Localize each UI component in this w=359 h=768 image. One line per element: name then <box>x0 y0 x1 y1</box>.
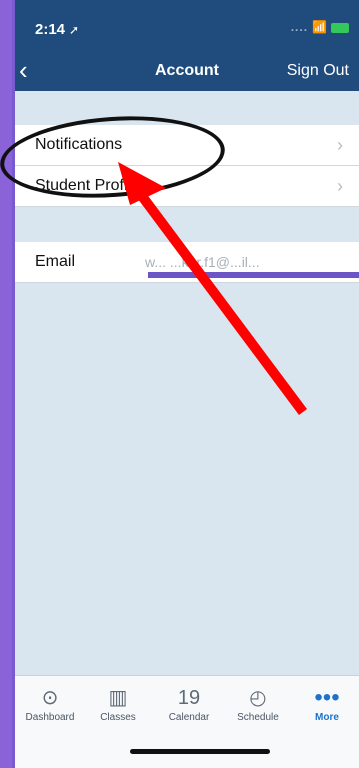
tab-label: Schedule <box>237 712 279 723</box>
battery-icon <box>331 22 349 33</box>
header: 2:14 ➚ .... 📶 ‹ Account Sign Out <box>15 0 359 91</box>
tab-label: Dashboard <box>25 712 75 723</box>
wifi-icon: 📶 <box>312 20 327 34</box>
tab-classes[interactable]: ▥ Classes <box>89 684 147 723</box>
location-arrow-icon: ➚ <box>69 23 80 37</box>
home-indicator <box>130 749 270 754</box>
tab-label: Classes <box>100 712 136 723</box>
status-icons: .... 📶 <box>291 20 349 34</box>
email-label: Email <box>35 253 76 270</box>
redaction-bar <box>148 272 359 278</box>
tab-label: More <box>315 712 339 723</box>
tab-calendar[interactable]: 19 Calendar <box>160 684 218 723</box>
chevron-right-icon: › <box>337 135 343 155</box>
status-bar: 2:14 ➚ .... 📶 <box>15 0 359 48</box>
tab-bar: ⊙ Dashboard ▥ Classes 19 Calendar ◴ Sche… <box>15 675 359 768</box>
chevron-right-icon: › <box>337 176 343 196</box>
calendar-icon: 19 <box>177 687 201 709</box>
more-icon: ••• <box>314 684 340 711</box>
sign-out-button[interactable]: Sign Out <box>287 62 349 80</box>
classes-icon: ▥ <box>108 687 128 709</box>
tab-schedule[interactable]: ◴ Schedule <box>229 684 287 723</box>
nav-bar: ‹ Account Sign Out <box>15 57 359 87</box>
tab-dashboard[interactable]: ⊙ Dashboard <box>21 684 79 723</box>
tab-label: Calendar <box>168 712 210 723</box>
dashboard-icon: ⊙ <box>41 687 59 709</box>
tab-more[interactable]: ••• More <box>298 684 356 723</box>
time-text: 2:14 <box>35 21 66 38</box>
schedule-icon: ◴ <box>249 687 267 709</box>
signal-icon: .... <box>290 20 309 34</box>
email-value: w... ...ker.f1@...il... <box>145 254 260 270</box>
status-time: 2:14 ➚ <box>35 21 79 38</box>
phone-screen: 2:14 ➚ .... 📶 ‹ Account Sign Out Notificat… <box>12 0 359 768</box>
